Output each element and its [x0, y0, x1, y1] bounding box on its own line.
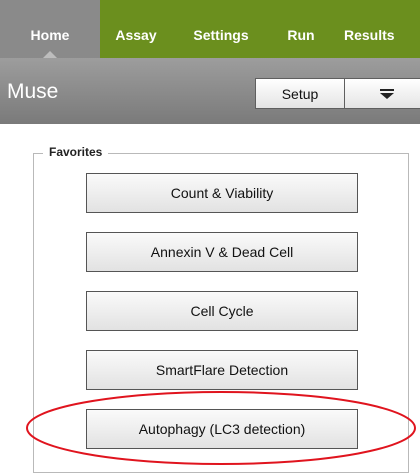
smartflare-detection-button[interactable]: SmartFlare Detection [86, 350, 358, 390]
menu-dropdown-button[interactable] [344, 78, 420, 109]
app-title: Muse [7, 80, 59, 103]
cell-cycle-button[interactable]: Cell Cycle [86, 291, 358, 331]
tab-home-label: Home [30, 27, 70, 43]
tab-results[interactable]: Results [332, 0, 420, 58]
setup-button-label: Setup [281, 85, 319, 102]
autophagy-lc3-label: Autophagy (LC3 detection) [138, 421, 306, 437]
tab-settings-label: Settings [193, 27, 249, 43]
top-nav-bar: Home Assay Settings Run Results [0, 0, 420, 58]
tab-settings[interactable]: Settings [172, 0, 270, 58]
annexin-dead-cell-label: Annexin V & Dead Cell [150, 244, 294, 260]
tab-assay-label: Assay [115, 27, 157, 43]
smartflare-detection-label: SmartFlare Detection [155, 362, 289, 378]
setup-button[interactable]: Setup [255, 78, 345, 109]
count-viability-label: Count & Viability [170, 185, 274, 201]
tab-run[interactable]: Run [270, 0, 332, 58]
active-tab-caret-icon [43, 51, 57, 58]
tab-assay[interactable]: Assay [100, 0, 172, 58]
tab-home[interactable]: Home [0, 0, 100, 58]
menu-dropdown-icon [380, 88, 394, 99]
favorites-legend: Favorites [43, 145, 109, 159]
cell-cycle-label: Cell Cycle [190, 303, 254, 319]
tab-run-label: Run [287, 27, 315, 43]
title-bar: Muse Setup [0, 58, 420, 124]
autophagy-lc3-button[interactable]: Autophagy (LC3 detection) [86, 409, 358, 449]
annexin-dead-cell-button[interactable]: Annexin V & Dead Cell [86, 232, 358, 272]
count-viability-button[interactable]: Count & Viability [86, 173, 358, 213]
tab-results-label: Results [344, 27, 395, 43]
